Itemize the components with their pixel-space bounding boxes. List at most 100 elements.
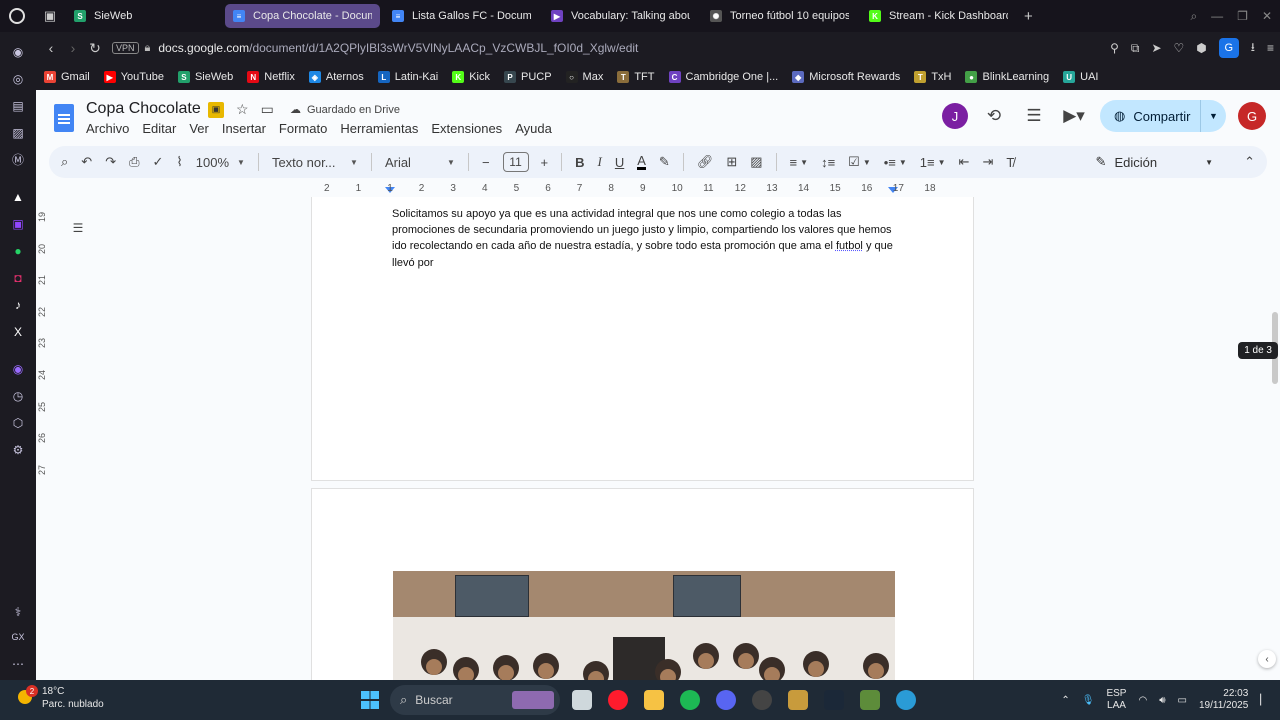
browser-tab[interactable]: ≡ Lista Gallos FC - Docume bbox=[384, 4, 539, 28]
underline-icon[interactable]: U bbox=[615, 155, 624, 170]
forward-icon[interactable]: › bbox=[62, 40, 84, 56]
easy-setup-icon[interactable]: ≡ bbox=[1267, 41, 1274, 55]
clear-formatting-icon[interactable]: T̸ bbox=[1006, 155, 1014, 170]
undo-icon[interactable]: ↶ bbox=[81, 154, 92, 170]
browser-tab[interactable]: S SieWeb bbox=[66, 4, 221, 28]
highlight-icon[interactable]: ✎ bbox=[659, 154, 670, 170]
print-icon[interactable]: ⎙ bbox=[129, 154, 139, 170]
menu-item[interactable]: Ver bbox=[189, 121, 209, 136]
crypto-wallet-icon[interactable]: ▤ bbox=[8, 96, 28, 116]
profile-avatar[interactable]: G bbox=[1218, 38, 1239, 58]
docs-logo-icon[interactable] bbox=[54, 104, 74, 132]
numbered-list-icon[interactable]: 1≡ ▼ bbox=[920, 155, 946, 170]
opera-logo-icon[interactable] bbox=[0, 0, 34, 32]
italic-icon[interactable]: I bbox=[598, 154, 602, 170]
x-icon[interactable]: X bbox=[8, 322, 28, 342]
version-history-icon[interactable]: ⟲ bbox=[980, 106, 1008, 126]
document-outline-icon[interactable]: ☰ bbox=[64, 214, 92, 242]
whatsapp-icon[interactable]: ● bbox=[8, 241, 28, 261]
input-language[interactable]: ESP LAA bbox=[1106, 688, 1126, 712]
opera-icon[interactable] bbox=[600, 680, 636, 720]
bookmark-item[interactable]: ◈ Aternos bbox=[308, 71, 364, 83]
browser-tab[interactable]: ≡ Copa Chocolate - Docum bbox=[225, 4, 380, 28]
search-tabs-icon[interactable]: ⌕ bbox=[1190, 9, 1197, 24]
menu-item[interactable]: Ayuda bbox=[515, 121, 552, 136]
bookmark-item[interactable]: ○ Max bbox=[565, 71, 603, 83]
menu-item[interactable]: Archivo bbox=[86, 121, 129, 136]
star-icon[interactable]: ☆ bbox=[236, 101, 249, 118]
file-icon[interactable] bbox=[564, 680, 600, 720]
paint-format-icon[interactable]: ⌇ bbox=[176, 154, 182, 170]
share-button[interactable]: ◍ Compartir ▼ bbox=[1100, 100, 1226, 132]
bookmark-item[interactable]: N Netflix bbox=[247, 71, 295, 83]
bookmark-item[interactable]: S SieWeb bbox=[177, 71, 233, 83]
close-window-button[interactable]: ✕ bbox=[1262, 9, 1272, 23]
weather-widget[interactable]: 2 18°C Parc. nublado bbox=[16, 685, 104, 711]
meet-icon[interactable]: ▶▾ bbox=[1060, 106, 1088, 126]
battery-icon[interactable]: ▭ bbox=[1178, 695, 1187, 706]
gx-icon[interactable]: GX bbox=[8, 627, 28, 647]
browser-tab[interactable]: ✺ Torneo fútbol 10 equipos bbox=[702, 4, 857, 28]
url-field[interactable]: docs.google.com/document/d/1A2QPlyIBl3sW… bbox=[158, 41, 638, 55]
text-color-icon[interactable]: A bbox=[637, 154, 646, 170]
share-dropdown-icon[interactable]: ▼ bbox=[1200, 100, 1226, 132]
document-title[interactable]: Copa Chocolate bbox=[86, 100, 201, 118]
maximize-button[interactable]: ❐ bbox=[1237, 9, 1248, 23]
collaborator-avatar[interactable]: J bbox=[942, 103, 968, 129]
menu-item[interactable]: Editar bbox=[142, 121, 176, 136]
save-status[interactable]: ☁ Guardado en Drive bbox=[290, 103, 400, 117]
extensions-sidebar-icon[interactable]: ⬡ bbox=[8, 413, 28, 433]
menu-item[interactable]: Formato bbox=[279, 121, 327, 136]
align-icon[interactable]: ≡ ▼ bbox=[790, 155, 809, 170]
bookmark-item[interactable]: L Latin-Kai bbox=[377, 71, 438, 83]
account-avatar[interactable]: G bbox=[1238, 102, 1266, 130]
steam-icon[interactable] bbox=[816, 680, 852, 720]
volume-icon[interactable]: 🔊︎ bbox=[1159, 695, 1165, 706]
aria-icon[interactable]: ◉ bbox=[8, 42, 28, 62]
globe-app-icon[interactable] bbox=[888, 680, 924, 720]
search-menus-icon[interactable]: ⌕ bbox=[61, 154, 68, 170]
back-icon[interactable]: ‹ bbox=[40, 40, 62, 56]
start-button[interactable] bbox=[352, 680, 388, 720]
checklist-icon[interactable]: ☑ ▼ bbox=[848, 154, 871, 170]
settings-icon[interactable]: ⚙ bbox=[8, 440, 28, 460]
bookmark-item[interactable]: T TFT bbox=[617, 71, 655, 83]
bookmark-item[interactable]: U UAI bbox=[1063, 71, 1098, 83]
show-hidden-icons[interactable]: ⌃ bbox=[1061, 695, 1069, 706]
line-spacing-icon[interactable]: ↕≡ bbox=[821, 155, 835, 170]
twitch-icon[interactable]: ▣ bbox=[8, 214, 28, 234]
hide-menus-icon[interactable]: ⌃ bbox=[1244, 146, 1255, 178]
player-icon[interactable]: ▨ bbox=[8, 123, 28, 143]
clock[interactable]: 22:03 19/11/2025 bbox=[1199, 688, 1248, 712]
messenger-icon[interactable]: Ⓜ bbox=[8, 150, 28, 170]
bold-icon[interactable]: B bbox=[575, 155, 584, 170]
bulleted-list-icon[interactable]: •≡ ▼ bbox=[884, 155, 907, 170]
bookmark-item[interactable]: ▶ YouTube bbox=[103, 71, 164, 83]
browser-tab[interactable]: K Stream - Kick Dashboard bbox=[861, 4, 1016, 28]
wifi-icon[interactable]: ◠ bbox=[1138, 695, 1147, 706]
spotify-icon[interactable] bbox=[672, 680, 708, 720]
increase-indent-icon[interactable]: ⇥ bbox=[982, 154, 993, 170]
tiktok-icon[interactable]: ♪ bbox=[8, 295, 28, 315]
font-select[interactable]: Arial ▼ bbox=[385, 155, 455, 170]
spotify-sidebar-icon[interactable]: ◉ bbox=[8, 359, 28, 379]
horizontal-ruler[interactable]: 2 1 1 2 3 4 5 6 7 8 9 10 11 12 13 14 15 16 17 18 bbox=[312, 183, 974, 197]
comments-icon[interactable]: ☰ bbox=[1020, 106, 1048, 126]
body-paragraph[interactable]: Solicitamos su apoyo ya que es una activ… bbox=[392, 206, 902, 271]
bookmark-item[interactable]: M Gmail bbox=[44, 71, 90, 83]
style-select[interactable]: Texto nor... ▼ bbox=[272, 155, 358, 170]
discord-icon[interactable] bbox=[708, 680, 744, 720]
kick-sidebar-icon[interactable]: ▲ bbox=[8, 187, 28, 207]
bookmark-item[interactable]: ● BlinkLearning bbox=[965, 71, 1049, 83]
microphone-icon[interactable]: 🎙︎ bbox=[1082, 695, 1095, 706]
document-page[interactable]: Solicitamos su apoyo ya que es una activ… bbox=[311, 197, 974, 481]
download-icon[interactable]: ⭳ bbox=[1251, 38, 1255, 59]
bookmark-item[interactable]: ◆ Microsoft Rewards bbox=[792, 71, 900, 83]
menu-item[interactable]: Extensiones bbox=[431, 121, 502, 136]
notifications-icon[interactable]: ▏ bbox=[1260, 695, 1268, 706]
send-icon[interactable]: ➤ bbox=[1151, 41, 1161, 55]
browser-tab[interactable]: ▶ Vocabulary: Talking abou bbox=[543, 4, 698, 28]
reload-icon[interactable]: ↻ bbox=[84, 40, 106, 57]
extensions-icon[interactable]: ⬢ bbox=[1196, 41, 1206, 55]
bookmark-item[interactable]: T TxH bbox=[914, 71, 951, 83]
